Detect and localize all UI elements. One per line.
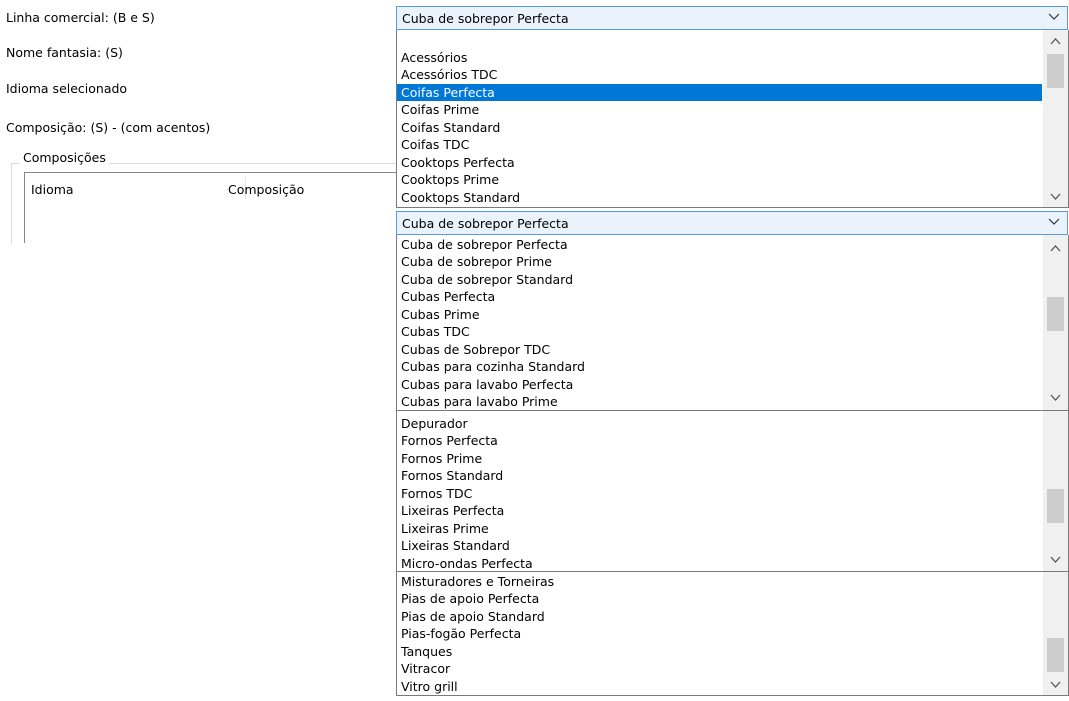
nome-fantasia-dropdown-list[interactable]: Cuba de sobrepor Perfecta Cuba de sobrepo… (396, 235, 1069, 411)
linha-comercial-combobox[interactable]: Cuba de sobrepor Perfecta (396, 6, 1068, 30)
nome-fantasia-label: Nome fantasia: (S) (6, 45, 123, 60)
dropdown-option[interactable]: Cooktops Prime (397, 171, 1042, 188)
dropdown-option[interactable]: Vitro grill (397, 678, 1042, 695)
dropdown-option[interactable]: Lixeiras Prime (397, 520, 1042, 537)
dropdown-option[interactable]: Coifas TDC (397, 136, 1042, 153)
dropdown-option[interactable]: Fornos Prime (397, 450, 1042, 467)
linha-comercial-dropdown-list[interactable]: Acessórios Acessórios TDC Coifas Perfecta C… (396, 30, 1069, 208)
composicao-label: Composição: (S) - (com acentos) (6, 120, 211, 135)
scroll-down-button[interactable] (1043, 188, 1068, 206)
dropdown-option[interactable]: Coifas Standard (397, 119, 1042, 136)
dropdown-option[interactable]: Lixeiras Standard (397, 537, 1042, 554)
linha-comercial-label: Linha comercial: (B e S) (6, 10, 155, 25)
composicoes-group-title: Composições (20, 150, 109, 165)
chevron-down-icon (1050, 556, 1061, 563)
dropdown-option[interactable]: Cubas Perfecta (397, 288, 1042, 305)
dropdown-option[interactable]: Cubas Prime (397, 306, 1042, 323)
dropdown-scrollbar[interactable] (1043, 411, 1068, 571)
chevron-down-icon (1050, 681, 1061, 688)
combobox-value: Cuba de sobrepor Perfecta (402, 216, 569, 231)
dropdown-option[interactable]: Depurador (397, 415, 1042, 432)
column-header-idioma[interactable]: Idioma (31, 182, 74, 197)
dropdown-option[interactable]: Pias de apoio Perfecta (397, 590, 1042, 607)
dropdown-option[interactable]: Cubas de Sobrepor TDC (397, 341, 1042, 358)
scroll-thumb[interactable] (1047, 638, 1064, 672)
chevron-down-icon[interactable] (1048, 10, 1060, 22)
dropdown-option[interactable]: Misturadores e Torneiras (397, 573, 1042, 590)
dropdown-option[interactable]: Lixeiras Perfecta (397, 502, 1042, 519)
scroll-thumb[interactable] (1047, 54, 1064, 88)
scroll-down-button[interactable] (1043, 389, 1068, 407)
nome-fantasia-dropdown-list-page-2[interactable]: Depurador Fornos Perfecta Fornos Prime Forn… (396, 411, 1069, 572)
dropdown-option[interactable]: Cuba de sobrepor Prime (397, 253, 1042, 270)
dropdown-option[interactable]: Acessórios TDC (397, 66, 1042, 83)
dropdown-option[interactable]: Cubas para lavabo Perfecta (397, 376, 1042, 393)
dropdown-option[interactable]: Cooktops Perfecta (397, 154, 1042, 171)
dropdown-scrollbar[interactable] (1043, 572, 1068, 695)
chevron-down-icon[interactable] (1048, 215, 1060, 227)
dropdown-option[interactable]: Coifas Perfecta (397, 83, 1042, 102)
dropdown-option[interactable]: Cubas para cozinha Standard (397, 358, 1042, 375)
dropdown-option[interactable]: Cooktops Standard (397, 189, 1042, 206)
scroll-up-button[interactable] (1043, 32, 1068, 50)
scroll-thumb[interactable] (1047, 297, 1064, 331)
chevron-down-icon (1050, 394, 1061, 401)
dropdown-option[interactable]: Coifas Prime (397, 101, 1042, 118)
nome-fantasia-dropdown-list-page-3[interactable]: Misturadores e Torneiras Pias de apoio Pe… (396, 572, 1069, 696)
combobox-value: Cuba de sobrepor Perfecta (402, 11, 569, 26)
dropdown-option[interactable]: Fornos Perfecta (397, 432, 1042, 449)
dropdown-option[interactable]: Pias-fogão Perfecta (397, 625, 1042, 642)
dropdown-option[interactable]: Fornos TDC (397, 485, 1042, 502)
dropdown-scrollbar[interactable] (1043, 30, 1068, 207)
dropdown-option[interactable]: Fornos Standard (397, 467, 1042, 484)
column-header-composicao[interactable]: Composição (228, 182, 304, 197)
chevron-up-icon (1050, 245, 1061, 252)
dropdown-option[interactable]: Tanques (397, 643, 1042, 660)
dropdown-scrollbar[interactable] (1043, 235, 1068, 410)
dropdown-option[interactable]: Cuba de sobrepor Perfecta (397, 236, 1042, 253)
scroll-down-button[interactable] (1043, 551, 1068, 569)
scroll-thumb[interactable] (1047, 489, 1064, 523)
scroll-down-button[interactable] (1043, 676, 1068, 694)
idioma-selecionado-label: Idioma selecionado (6, 81, 128, 96)
chevron-up-icon (1050, 38, 1061, 45)
dropdown-option[interactable]: Cubas para lavabo Prime (397, 393, 1042, 410)
dropdown-option[interactable]: Acessórios (397, 49, 1042, 66)
dropdown-option[interactable]: Cuba de sobrepor Standard (397, 271, 1042, 288)
dropdown-option[interactable]: Micro-ondas Perfecta (397, 555, 1042, 572)
dropdown-option[interactable]: Vitracor (397, 660, 1042, 677)
dropdown-option[interactable]: Pias de apoio Standard (397, 608, 1042, 625)
dropdown-option[interactable]: Cubas TDC (397, 323, 1042, 340)
scroll-up-button[interactable] (1043, 239, 1068, 257)
nome-fantasia-combobox[interactable]: Cuba de sobrepor Perfecta (396, 211, 1068, 235)
chevron-down-icon (1050, 193, 1061, 200)
